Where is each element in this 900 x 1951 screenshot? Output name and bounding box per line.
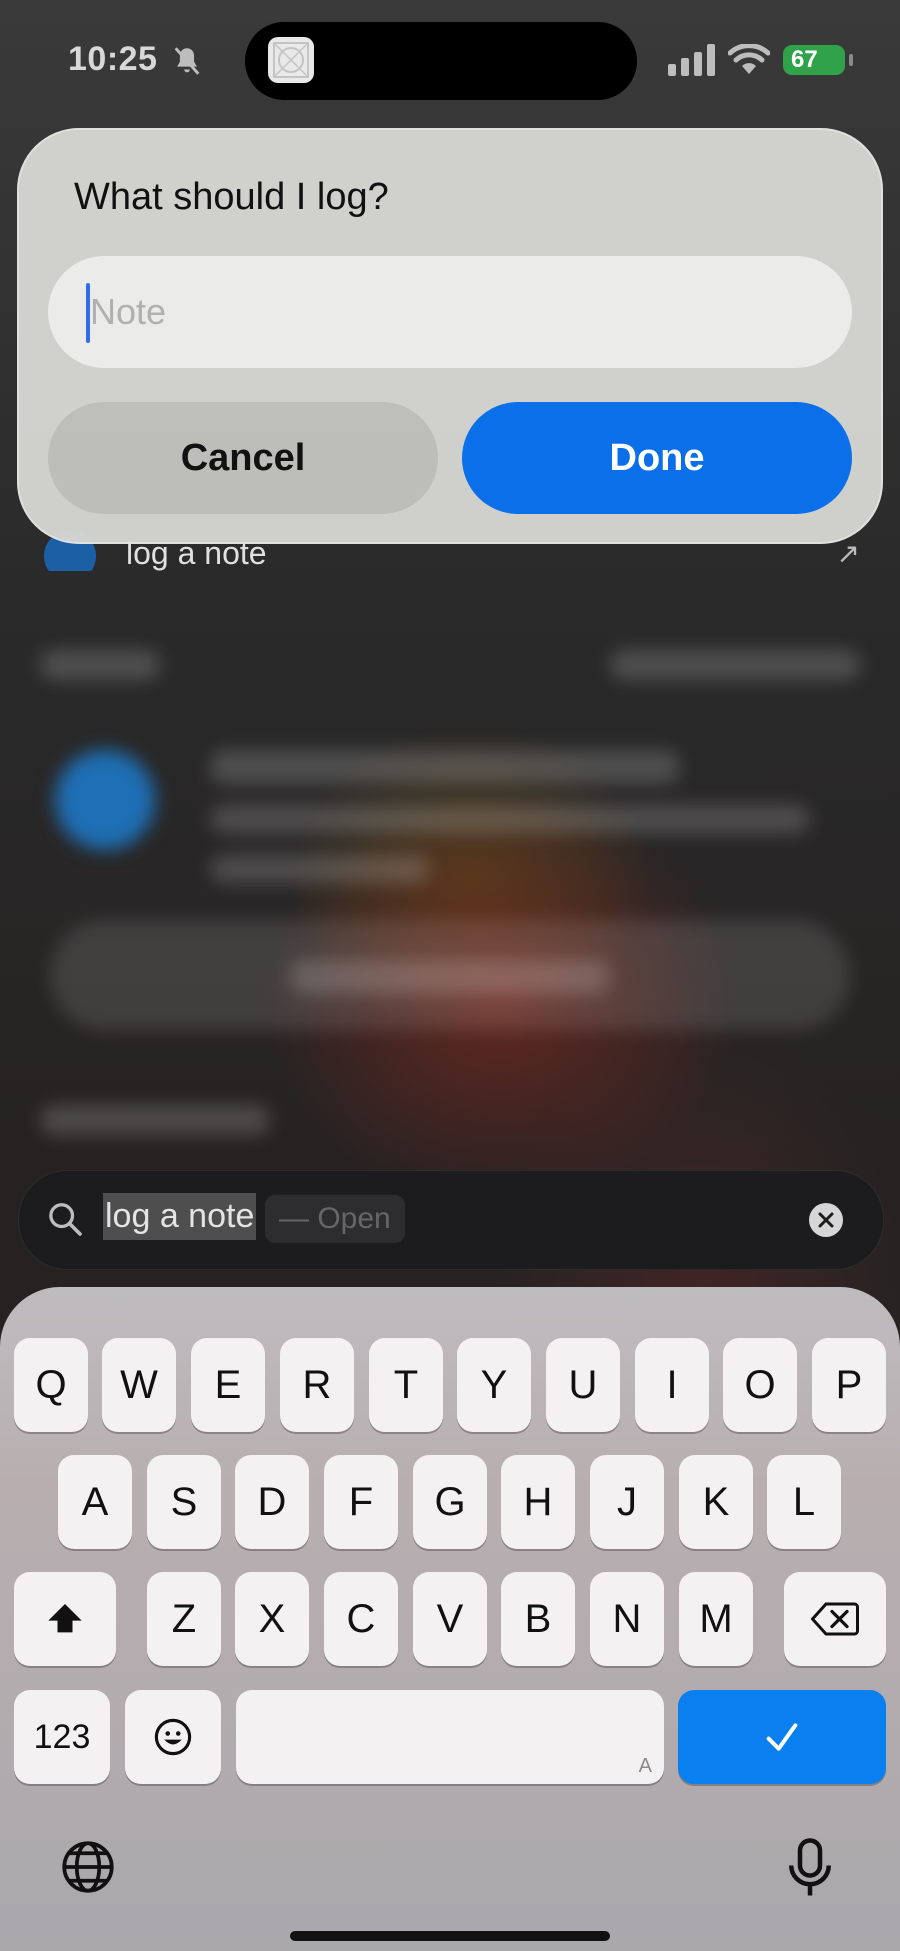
key-q[interactable]: Q [14, 1338, 88, 1432]
spotlight-search-bar[interactable]: log a note — Open [18, 1170, 884, 1270]
search-suggestion-hint: — Open [265, 1195, 405, 1243]
key-y[interactable]: Y [457, 1338, 531, 1432]
key-u[interactable]: U [546, 1338, 620, 1432]
log-note-alert: What should I log? Cancel Done [17, 128, 883, 544]
microphone-icon[interactable] [780, 1835, 840, 1901]
delete-key[interactable] [784, 1572, 886, 1666]
globe-icon[interactable] [58, 1837, 118, 1897]
arrow-up-right-icon: ↗ [836, 538, 860, 569]
key-p[interactable]: P [812, 1338, 886, 1432]
key-h[interactable]: H [501, 1455, 575, 1549]
shift-icon [48, 1604, 82, 1633]
cancel-button[interactable]: Cancel [48, 402, 438, 514]
bell-slash-icon [174, 47, 200, 75]
key-g[interactable]: G [413, 1455, 487, 1549]
cellular-signal-icon [668, 44, 715, 76]
key-n[interactable]: N [590, 1572, 664, 1666]
key-x[interactable]: X [235, 1572, 309, 1666]
emoji-icon [154, 1718, 192, 1756]
status-bar: 10:25 67 [0, 0, 900, 110]
search-query[interactable]: log a note [103, 1193, 257, 1240]
battery-level: 67 [791, 46, 818, 73]
key-s[interactable]: S [147, 1455, 221, 1549]
grid-icon [273, 42, 309, 78]
key-l[interactable]: L [767, 1455, 841, 1549]
key-v[interactable]: V [413, 1572, 487, 1666]
emoji-key[interactable] [125, 1690, 221, 1784]
text-cursor [86, 283, 90, 343]
key-f[interactable]: F [324, 1455, 398, 1549]
battery-charging-icon: 67 [783, 45, 845, 75]
key-a[interactable]: A [58, 1455, 132, 1549]
wifi-icon [728, 44, 770, 74]
close-icon [818, 1212, 834, 1228]
blurred-results [0, 520, 900, 1160]
numbers-key[interactable]: 123 [14, 1690, 110, 1784]
done-button[interactable]: Done [462, 402, 852, 514]
checkmark-icon [766, 1723, 798, 1751]
keyboard: Q W E R T Y U I O P A S D F G H J K L Z … [0, 1287, 900, 1951]
key-i[interactable]: I [635, 1338, 709, 1432]
shift-key[interactable] [14, 1572, 116, 1666]
note-field[interactable] [48, 256, 852, 368]
key-j[interactable]: J [590, 1455, 664, 1549]
key-m[interactable]: M [679, 1572, 753, 1666]
space-key-hint: A [638, 1755, 652, 1777]
alert-title: What should I log? [74, 176, 389, 218]
space-key[interactable]: A [236, 1690, 664, 1784]
clear-search-button[interactable] [809, 1203, 843, 1237]
key-o[interactable]: O [723, 1338, 797, 1432]
return-key[interactable] [678, 1690, 886, 1784]
key-b[interactable]: B [501, 1572, 575, 1666]
status-time: 10:25 [68, 40, 158, 78]
key-e[interactable]: E [191, 1338, 265, 1432]
battery-tip [849, 54, 853, 66]
key-c[interactable]: C [324, 1572, 398, 1666]
key-w[interactable]: W [102, 1338, 176, 1432]
key-r[interactable]: R [280, 1338, 354, 1432]
home-indicator[interactable] [290, 1931, 610, 1941]
key-z[interactable]: Z [147, 1572, 221, 1666]
delete-icon [811, 1602, 859, 1636]
key-k[interactable]: K [679, 1455, 753, 1549]
key-t[interactable]: T [369, 1338, 443, 1432]
app-icon [268, 37, 314, 83]
search-icon [49, 1203, 82, 1236]
key-d[interactable]: D [235, 1455, 309, 1549]
